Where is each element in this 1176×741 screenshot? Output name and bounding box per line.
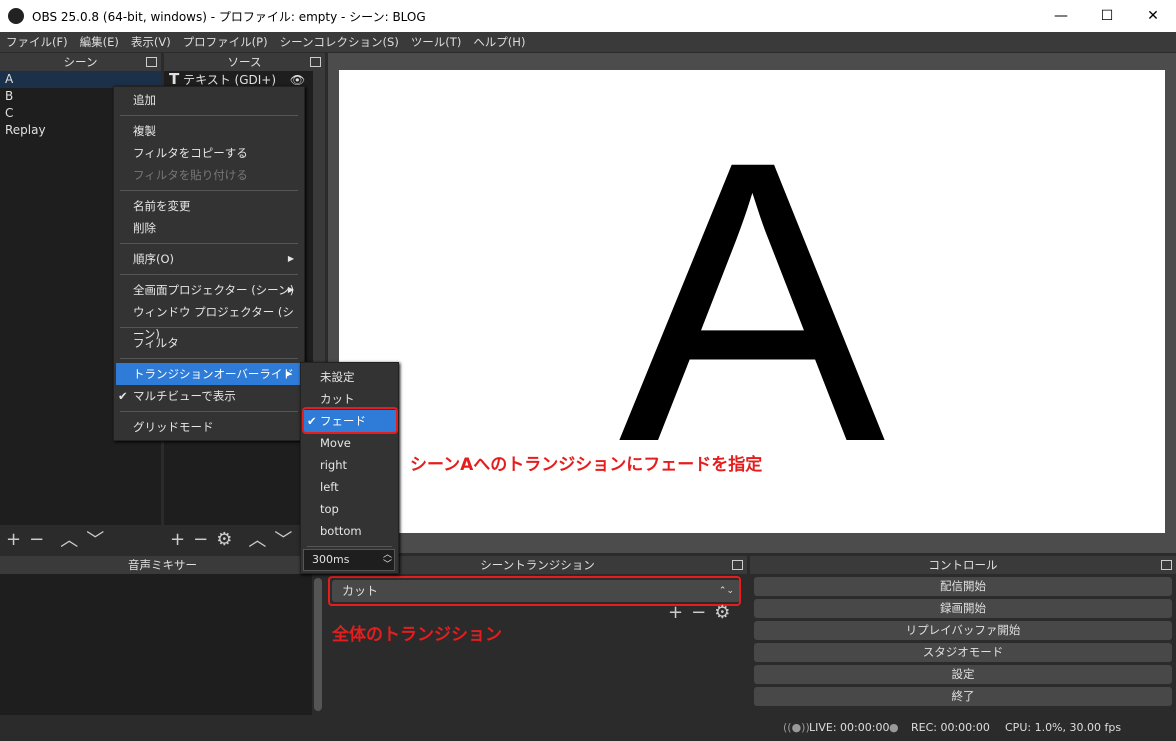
transition-title: シーントランジション xyxy=(480,558,595,572)
menu-item-rename[interactable]: 名前を変更 xyxy=(114,195,304,217)
mixer-title: 音声ミキサー xyxy=(128,558,197,572)
obs-logo-icon xyxy=(8,8,24,24)
title-bar: OBS 25.0.8 (64-bit, windows) - プロファイル: e… xyxy=(0,0,1176,32)
move-down-icon[interactable]: ﹀ xyxy=(86,526,104,552)
menu-item-filters[interactable]: フィルタ xyxy=(114,332,304,354)
rec-dot-icon: ● xyxy=(889,721,899,734)
scene-context-menu: 追加 複製 フィルタをコピーする フィルタを貼り付ける 名前を変更 削除 順序(… xyxy=(113,86,305,441)
menu-item-copy-filters[interactable]: フィルタをコピーする xyxy=(114,142,304,164)
menu-item-order[interactable]: 順序(O) ▶ xyxy=(114,248,304,270)
live-signal-icon: ((●)) xyxy=(783,721,810,734)
settings-button[interactable]: 設定 xyxy=(754,665,1172,684)
remove-icon[interactable]: − xyxy=(29,529,44,550)
start-streaming-button[interactable]: 配信開始 xyxy=(754,577,1172,596)
float-icon[interactable] xyxy=(1161,560,1172,570)
float-icon[interactable] xyxy=(310,57,321,67)
preview-area: A xyxy=(328,53,1176,553)
exit-button[interactable]: 終了 xyxy=(754,687,1172,706)
source-name: テキスト (GDI+) xyxy=(183,73,277,87)
live-status: LIVE: 00:00:00 xyxy=(809,721,890,734)
scrollbar[interactable] xyxy=(314,578,322,711)
float-icon[interactable] xyxy=(146,57,157,67)
sources-title: ソース xyxy=(227,55,262,69)
annotation-global: 全体のトランジション xyxy=(332,625,502,645)
move-down-icon[interactable]: ﹀ xyxy=(274,526,292,552)
menu-view[interactable]: 表示(V) xyxy=(125,34,177,50)
menu-scene-collection[interactable]: シーンコレクション(S) xyxy=(274,34,405,50)
remove-icon[interactable]: − xyxy=(691,602,706,623)
rec-status: REC: 00:00:00 xyxy=(911,721,990,734)
menu-item-transition-override[interactable]: トランジションオーバーライド ▶ xyxy=(116,363,302,385)
gear-icon[interactable]: ⚙ xyxy=(714,602,730,623)
menu-bar: ファイル(F) 編集(E) 表示(V) プロファイル(P) シーンコレクション(… xyxy=(0,32,1176,52)
remove-icon[interactable]: − xyxy=(193,529,208,550)
label: 順序(O) xyxy=(133,252,175,266)
spin-arrows-icon[interactable]: ︿ ﹀ xyxy=(383,550,392,570)
label: トランジションオーバーライド xyxy=(133,367,294,381)
duration-value: 300ms xyxy=(312,553,350,566)
start-replay-buffer-button[interactable]: リプレイバッファ開始 xyxy=(754,621,1172,640)
menu-profile[interactable]: プロファイル(P) xyxy=(177,34,274,50)
menu-item-fullscreen-projector[interactable]: 全画面プロジェクター (シーン) ▶ xyxy=(114,279,304,301)
highlight-box xyxy=(302,407,398,434)
menu-edit[interactable]: 編集(E) xyxy=(74,34,125,50)
submenu-item-none[interactable]: 未設定 xyxy=(301,366,398,388)
submenu-item-move[interactable]: Move xyxy=(301,432,398,454)
move-up-icon[interactable]: ︿ xyxy=(60,526,78,552)
add-icon[interactable]: + xyxy=(6,529,21,550)
minimize-button[interactable]: — xyxy=(1038,0,1084,32)
gear-icon[interactable]: ⚙ xyxy=(216,529,232,550)
scene-transition-dock: シーントランジション カット ⌃⌄ + − ⚙ 全体のトランジション xyxy=(328,556,747,715)
cpu-status: CPU: 1.0%, 30.00 fps xyxy=(1005,721,1122,734)
move-up-icon[interactable]: ︿ xyxy=(248,526,266,552)
menu-item-add[interactable]: 追加 xyxy=(114,89,304,111)
close-button[interactable]: ✕ xyxy=(1130,0,1176,32)
menu-item-paste-filters: フィルタを貼り付ける xyxy=(133,168,248,182)
controls-dock: コントロール 配信開始 録画開始 リプレイバッファ開始 スタジオモード 設定 終… xyxy=(750,556,1176,715)
menu-item-grid-mode[interactable]: グリッドモード xyxy=(114,416,304,438)
submenu-item-top[interactable]: top xyxy=(301,498,398,520)
menu-item-window-projector[interactable]: ウィンドウ プロジェクター (シーン) xyxy=(114,301,304,341)
submenu-item-left[interactable]: left xyxy=(301,476,398,498)
duration-spinbox[interactable]: 300ms ︿ ﹀ xyxy=(303,549,395,571)
add-icon[interactable]: + xyxy=(170,529,185,550)
menu-file[interactable]: ファイル(F) xyxy=(0,34,74,50)
scenes-title: シーン xyxy=(63,55,98,69)
maximize-button[interactable]: ☐ xyxy=(1084,0,1130,32)
window-title: OBS 25.0.8 (64-bit, windows) - プロファイル: e… xyxy=(32,9,426,24)
submenu-arrow-icon: ▶ xyxy=(287,285,294,294)
eye-icon[interactable]: 👁 xyxy=(290,73,305,87)
menu-item-delete[interactable]: 削除 xyxy=(114,217,304,239)
annotation-scene-override: シーンAへのトランジションにフェードを指定 xyxy=(410,455,763,475)
menu-item-show-in-multiview[interactable]: ✔ マルチビューで表示 xyxy=(114,385,304,407)
transition-override-submenu: 未設定 カット ✔ フェード Move right left top bottom… xyxy=(300,362,399,574)
submenu-item-bottom[interactable]: bottom xyxy=(301,520,398,542)
float-icon[interactable] xyxy=(732,560,743,570)
start-recording-button[interactable]: 録画開始 xyxy=(754,599,1172,618)
check-icon: ✔ xyxy=(118,389,128,403)
menu-help[interactable]: ヘルプ(H) xyxy=(467,34,531,50)
studio-mode-button[interactable]: スタジオモード xyxy=(754,643,1172,662)
submenu-arrow-icon: ▶ xyxy=(287,254,294,263)
menu-tools[interactable]: ツール(T) xyxy=(405,34,468,50)
submenu-arrow-icon: ▶ xyxy=(285,369,292,378)
label: 全画面プロジェクター (シーン) xyxy=(133,283,295,297)
controls-title: コントロール xyxy=(928,558,998,572)
status-bar: ((●)) LIVE: 00:00:00 ● REC: 00:00:00 CPU… xyxy=(0,715,1176,741)
menu-item-duplicate[interactable]: 複製 xyxy=(114,120,304,142)
audio-mixer-dock: 音声ミキサー xyxy=(0,556,325,715)
submenu-item-right[interactable]: right xyxy=(301,454,398,476)
label: マルチビューで表示 xyxy=(133,389,236,403)
add-icon[interactable]: + xyxy=(668,602,683,623)
